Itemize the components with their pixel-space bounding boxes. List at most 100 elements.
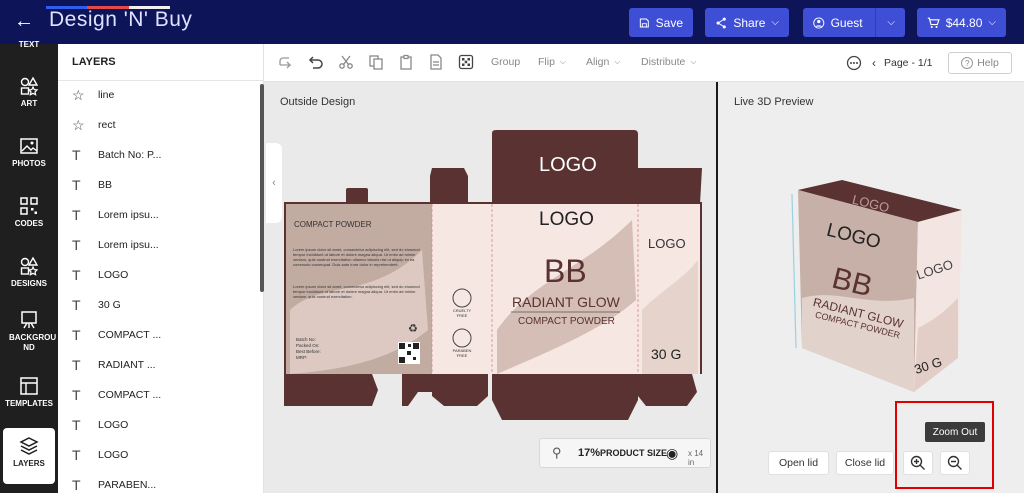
layer-item[interactable]: ☆ line [72,85,252,105]
shapes-icon: ☆ [72,116,85,133]
page-indicator: Page - 1/1 [884,57,933,69]
layer-label: PARABEN... [98,479,157,491]
open-lid-button[interactable]: Open lid [768,451,829,475]
rail-item-label: CODES [14,219,44,228]
layer-item[interactable]: T RADIANT ... [72,355,252,375]
layer-label: Lorem ipsu... [98,209,159,221]
cruelty-free-label: CRUELTY FREE [452,308,472,318]
cart-button[interactable]: $44.80 ⌵ [917,8,1006,37]
layer-item[interactable]: T LOGO [72,415,252,435]
layer-item[interactable]: T COMPACT ... [72,325,252,345]
more-options-icon[interactable] [846,55,862,71]
chevron-left-icon[interactable]: ‹ [872,56,876,70]
design-zoom-bar: ⚲ 17% PRODUCT SIZE ◉ x 14 in [539,438,711,468]
zoom-in-icon[interactable]: ⚲ [552,445,562,461]
front-logo: LOGO [539,209,594,230]
layer-item[interactable]: T LOGO [72,445,252,465]
align-label: Align [586,56,610,68]
guest-label: Guest [830,15,863,30]
rail-item-text[interactable]: TEXT [0,40,58,49]
user-icon [813,16,825,29]
text-icon: T [72,327,81,343]
layer-item[interactable]: ☆ rect [72,115,252,135]
close-lid-button[interactable]: Close lid [836,451,894,475]
lorem-text-2: Lorem ipsum dolor sit amet, consectetur … [293,284,420,299]
text-icon: T [72,147,81,163]
layer-item[interactable]: T 30 G [72,295,252,315]
distribute-dropdown[interactable]: Distribute ⌵ [641,56,696,68]
chevron-down-icon: ⌵ [690,57,697,66]
layer-item[interactable]: T Batch No: P... [72,145,252,165]
text-icon: T [72,357,81,373]
top-bar: ← Design 'N' Buy Save Share ⌵ Guest ⌵ $4… [0,0,1024,44]
shapes-icon [20,256,39,276]
weight-text: 30 G [651,346,682,362]
layer-label: COMPACT ... [98,389,162,401]
layer-item[interactable]: T Lorem ipsu... [72,235,252,255]
layer-label: rect [98,119,116,131]
rail-item-background[interactable]: BACKGROU ND [0,310,58,353]
rail-item-photos[interactable]: PHOTOS [0,136,58,168]
layer-item[interactable]: T Lorem ipsu... [72,205,252,225]
distribute-label: Distribute [641,56,686,68]
rail-item-label: PHOTOS [12,159,46,168]
guest-button[interactable]: Guest ⌵ [803,8,905,37]
rail-item-designs[interactable]: DESIGNS [0,256,58,288]
checkerboard-icon[interactable] [458,54,474,70]
share-button[interactable]: Share ⌵ [705,8,789,37]
help-label: Help [977,57,999,69]
rail-item-label: DESIGNS [10,279,47,288]
text-icon: T [72,267,81,283]
back-arrow-icon[interactable]: ← [14,10,34,32]
group-button[interactable]: Group [491,56,520,68]
help-button[interactable]: ? Help [948,52,1012,74]
layer-item[interactable]: T PARABEN... [72,475,252,493]
document-icon[interactable] [428,54,444,70]
shapes-icon [20,76,39,96]
layers-title: LAYERS [72,56,116,68]
layer-label: BB [98,179,113,191]
layer-label: COMPACT ... [98,329,162,341]
text-icon: T [72,297,81,313]
rail-item-templates[interactable]: TEMPLATES [0,376,58,408]
collapse-panel-tab[interactable]: ‹ [266,143,282,223]
question-icon: ? [961,57,974,69]
save-icon [639,18,649,27]
page-nav[interactable]: ‹ Page - 1/1 [872,56,932,70]
layer-item[interactable]: T BB [72,175,252,195]
layer-item[interactable]: T COMPACT ... [72,385,252,405]
text-icon: T [72,387,81,403]
layer-item[interactable]: T LOGO [72,265,252,285]
copy-icon[interactable] [368,54,384,70]
bb-text: BB [544,253,587,289]
chevron-down-icon[interactable]: ⌵ [887,17,895,28]
text-icon: T [72,417,81,433]
undo-icon[interactable] [308,54,324,70]
easel-icon [21,311,37,329]
eye-icon[interactable]: ◉ [666,445,678,462]
divider [58,80,264,81]
align-dropdown[interactable]: Align ⌵ [586,56,620,68]
cut-icon[interactable] [338,54,354,70]
layer-label: LOGO [98,419,129,431]
rail-item-layers[interactable]: LAYERS [3,428,55,484]
preview-title: Live 3D Preview [734,96,814,108]
rail-item-art[interactable]: ART [0,76,58,108]
layers-icon [19,437,39,455]
rail-item-codes[interactable]: CODES [0,196,58,228]
recycle-icon: ♻ [408,323,418,335]
rail-item-label: TEXT [18,40,40,49]
text-icon: T [72,237,81,253]
app-logo[interactable]: Design 'N' Buy [49,8,192,32]
flip-dropdown[interactable]: Flip ⌵ [538,56,566,68]
product-size-label: PRODUCT SIZE [600,448,668,458]
paste-icon[interactable] [398,54,414,70]
compact-powder-text: COMPACT POWDER [518,316,615,327]
save-button[interactable]: Save [629,8,693,37]
layer-label: RADIANT ... [98,359,156,371]
redo-icon[interactable] [278,54,294,70]
rail-item-label: ART [20,99,38,108]
chevron-down-icon: ⌵ [771,17,779,28]
highlight-box [895,401,994,489]
box-dieline[interactable] [282,130,712,430]
